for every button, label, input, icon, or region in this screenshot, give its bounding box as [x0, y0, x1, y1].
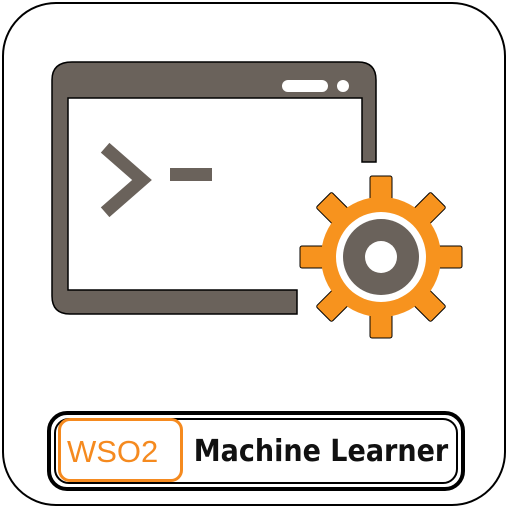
gear-hole [365, 241, 397, 273]
window-title-dash [282, 80, 328, 92]
wso2-logo-icon: WSO2 [67, 434, 158, 469]
gear-icon [299, 175, 463, 339]
app-icon-tile: WSO2 Machine Learner [0, 0, 512, 512]
product-name: Machine Learner [193, 433, 449, 469]
window-title-dot [337, 80, 349, 92]
wso2-logo-text: WSO2 [67, 434, 158, 469]
prompt-cursor [170, 168, 212, 181]
prompt-chevron-icon [100, 142, 212, 218]
